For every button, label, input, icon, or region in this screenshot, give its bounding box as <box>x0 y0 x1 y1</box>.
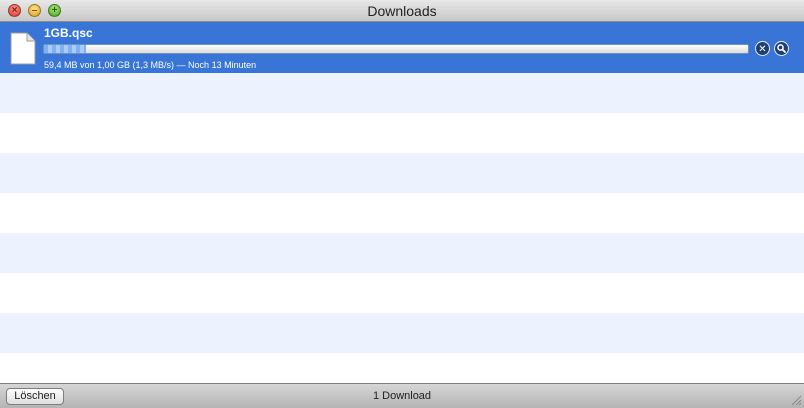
download-filename: 1GB.qsc <box>44 26 93 40</box>
list-row-empty <box>0 273 804 313</box>
window-title: Downloads <box>367 3 437 19</box>
list-row-empty <box>0 193 804 233</box>
footer-bar: Löschen 1 Download <box>0 383 804 408</box>
list-row-empty <box>0 73 804 113</box>
downloads-list[interactable]: 1GB.qsc 59,4 MB von 1,00 GB (1,3 MB/s) —… <box>0 22 804 383</box>
download-progress-bar <box>43 44 749 54</box>
stop-icon: ✕ <box>758 44 767 55</box>
list-row-empty <box>0 113 804 153</box>
download-row[interactable]: 1GB.qsc 59,4 MB von 1,00 GB (1,3 MB/s) —… <box>0 22 804 73</box>
download-count: 1 Download <box>372 390 432 402</box>
resize-grip-icon[interactable] <box>791 395 802 406</box>
stop-download-button[interactable]: ✕ <box>755 41 770 56</box>
list-row-empty <box>0 353 804 383</box>
title-bar: × – + Downloads <box>0 0 804 22</box>
list-row-empty <box>0 233 804 273</box>
list-row-empty <box>0 153 804 193</box>
list-row-empty <box>0 313 804 353</box>
magnifier-icon <box>777 44 786 53</box>
reveal-in-finder-button[interactable] <box>774 41 789 56</box>
document-icon <box>10 32 36 65</box>
download-status: 59,4 MB von 1,00 GB (1,3 MB/s) — Noch 13… <box>44 60 257 70</box>
download-progress-fill <box>44 45 86 53</box>
